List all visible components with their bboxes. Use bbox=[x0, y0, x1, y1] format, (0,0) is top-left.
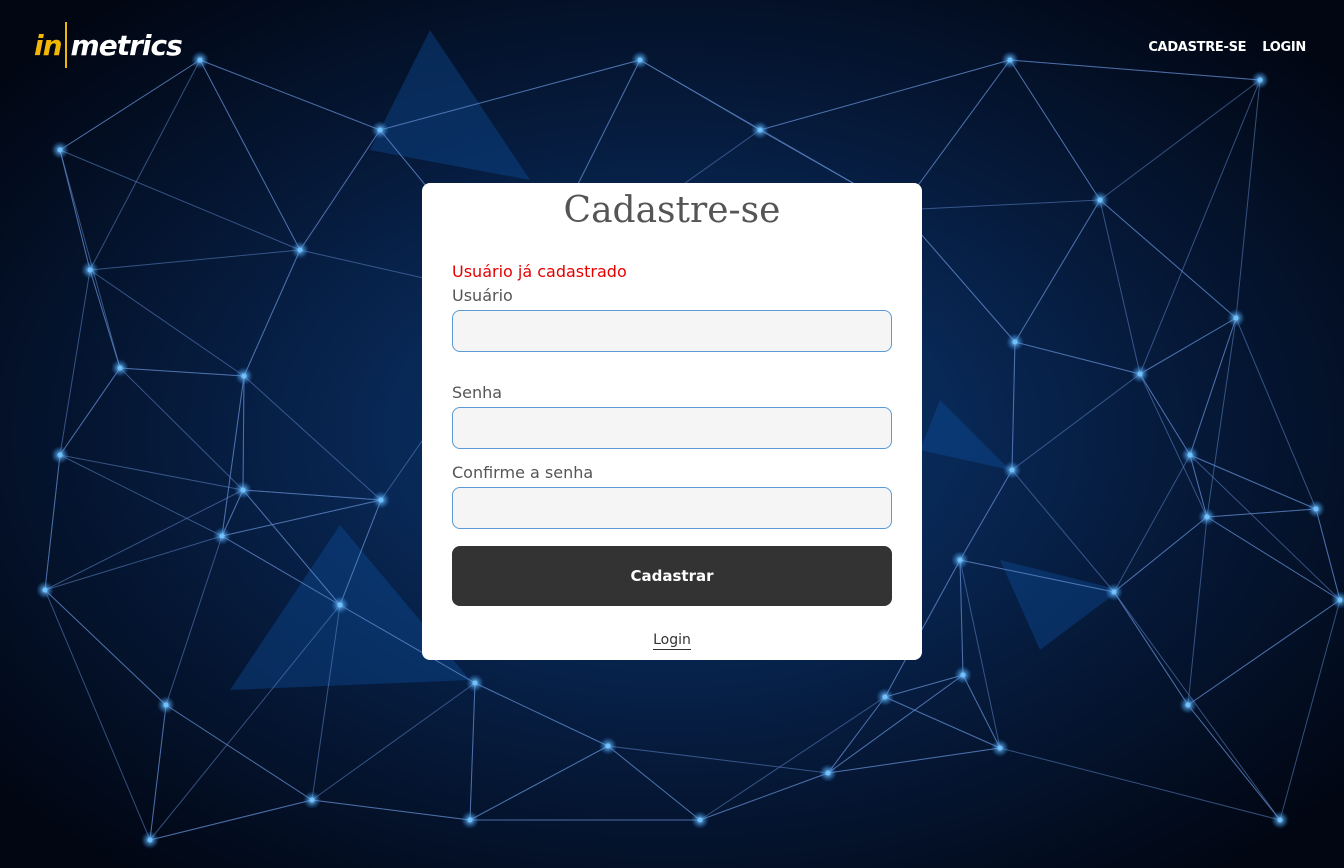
form-title: Cadastre-se bbox=[563, 190, 781, 231]
signup-card: Cadastre-se Usuário já cadastrado Usuári… bbox=[422, 183, 922, 660]
network-node bbox=[42, 587, 48, 593]
network-node bbox=[697, 817, 703, 823]
confirm-password-input[interactable] bbox=[452, 487, 892, 529]
network-node bbox=[882, 694, 888, 700]
error-message: Usuário já cadastrado bbox=[452, 262, 627, 281]
confirm-password-label: Confirme a senha bbox=[452, 463, 594, 482]
network-node bbox=[1097, 197, 1103, 203]
network-node bbox=[467, 817, 473, 823]
username-input[interactable] bbox=[452, 310, 892, 352]
network-node bbox=[219, 533, 225, 539]
network-node bbox=[241, 373, 247, 379]
network-node bbox=[757, 127, 763, 133]
network-node bbox=[163, 702, 169, 708]
login-link-wrapper: Login bbox=[422, 629, 922, 650]
network-node bbox=[1111, 589, 1117, 595]
password-input[interactable] bbox=[452, 407, 892, 449]
network-node bbox=[240, 487, 246, 493]
network-node bbox=[1204, 514, 1210, 520]
network-node bbox=[1233, 315, 1239, 321]
network-node bbox=[957, 557, 963, 563]
inmetrics-logo[interactable]: in metrics bbox=[34, 22, 183, 74]
network-node bbox=[377, 127, 383, 133]
network-node bbox=[1337, 597, 1343, 603]
network-node bbox=[1313, 506, 1319, 512]
network-node bbox=[117, 365, 123, 371]
header-nav: CADASTRE-SE LOGIN bbox=[1148, 40, 1306, 56]
network-node bbox=[1137, 371, 1143, 377]
network-node bbox=[605, 743, 611, 749]
top-navigation-bar: in metrics CADASTRE-SE LOGIN bbox=[0, 0, 1344, 96]
network-node bbox=[1277, 817, 1283, 823]
nav-login-link[interactable]: LOGIN bbox=[1262, 40, 1306, 56]
network-node bbox=[57, 147, 63, 153]
network-node bbox=[147, 837, 153, 843]
network-node bbox=[472, 680, 478, 686]
network-node bbox=[337, 602, 343, 608]
network-node bbox=[57, 452, 63, 458]
network-node bbox=[997, 745, 1003, 751]
login-link[interactable]: Login bbox=[653, 632, 691, 650]
network-node bbox=[1012, 339, 1018, 345]
network-node bbox=[825, 770, 831, 776]
network-node bbox=[309, 797, 315, 803]
logo-metrics-text: metrics bbox=[70, 29, 183, 62]
logo-in-text: in bbox=[34, 29, 63, 62]
password-label: Senha bbox=[452, 383, 503, 402]
nav-cadastre-se-link[interactable]: CADASTRE-SE bbox=[1148, 40, 1246, 56]
network-node bbox=[87, 267, 93, 273]
network-node bbox=[1187, 452, 1193, 458]
logo-divider bbox=[64, 22, 67, 68]
network-node bbox=[1009, 467, 1015, 473]
network-node bbox=[960, 672, 966, 678]
cadastrar-button[interactable]: Cadastrar bbox=[452, 546, 892, 606]
network-node bbox=[1185, 702, 1191, 708]
username-label: Usuário bbox=[452, 286, 513, 305]
network-node bbox=[297, 247, 303, 253]
network-node bbox=[378, 497, 384, 503]
